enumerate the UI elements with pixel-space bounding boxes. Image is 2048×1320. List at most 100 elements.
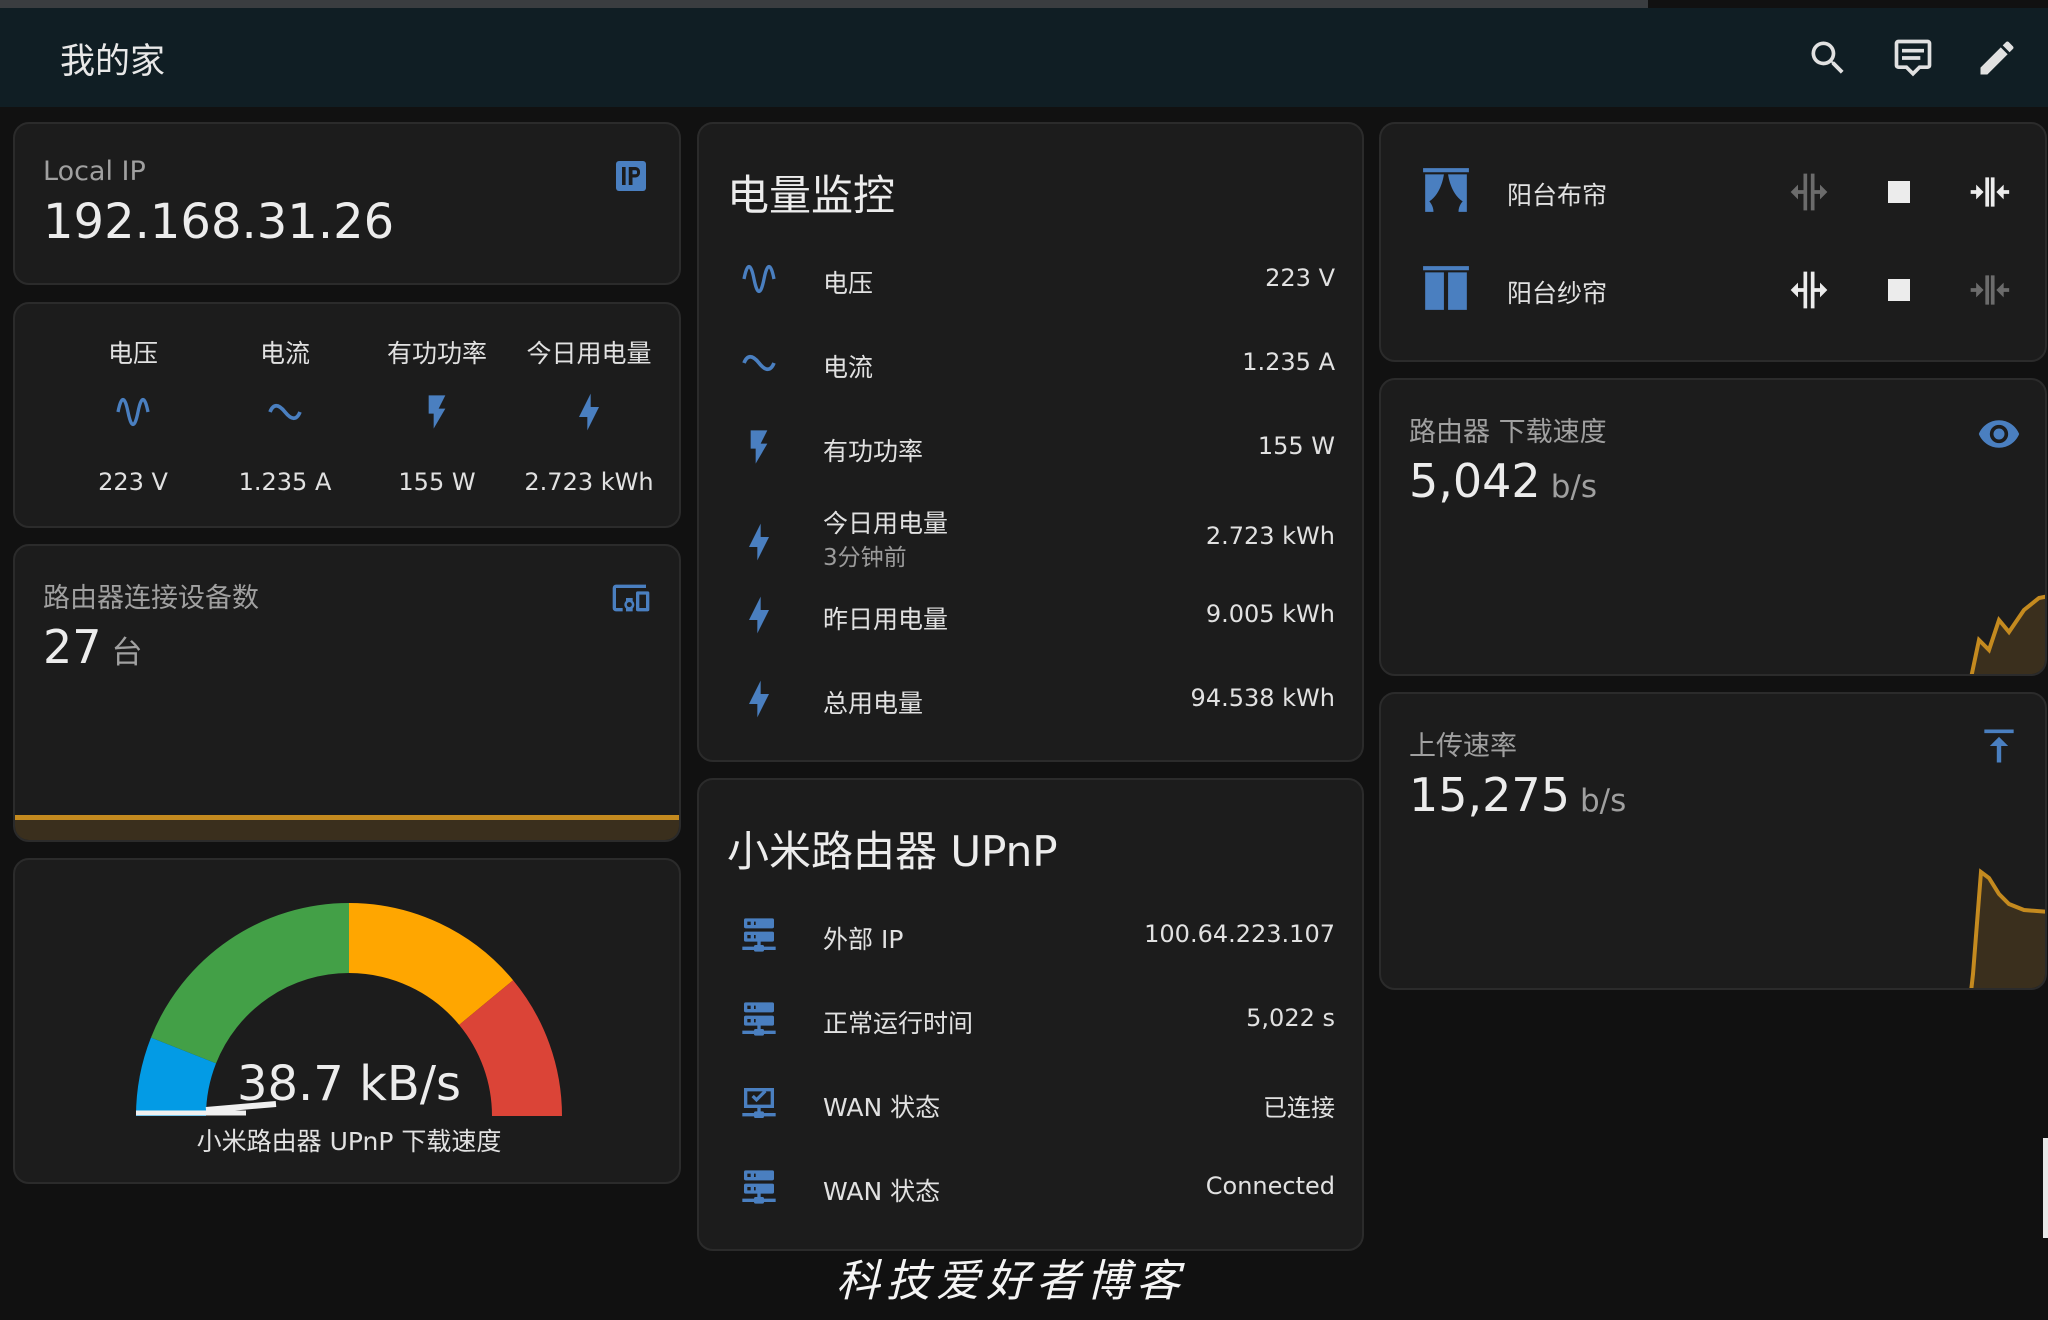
download-speed-card[interactable]: 路由器 下载速度 5,042 b/s	[1379, 378, 2047, 676]
entity-row-name: 电流	[823, 353, 874, 382]
entity-row-name: 有功功率	[823, 437, 924, 466]
entity-row-name: 今日用电量	[823, 509, 949, 538]
upload-speed-value: 15,275	[1409, 768, 1570, 822]
curtain-name: 阳台布帘	[1507, 181, 1608, 210]
download-speed-value: 5,042	[1409, 454, 1541, 508]
upnp-title: 小米路由器 UPnP	[727, 827, 1058, 876]
router-devices-card[interactable]: 路由器连接设备数 27 台	[13, 544, 681, 842]
glance-item-name: 电流	[259, 339, 310, 368]
lightning-bolt-icon	[749, 680, 769, 718]
server-network-icon	[742, 1170, 776, 1204]
stop-curtain-button[interactable]	[1877, 268, 1921, 312]
entity-row-value: 100.64.223.107	[1144, 920, 1335, 948]
entity-row-external-ip[interactable]: 外部 IP 100.64.223.107	[699, 902, 1362, 972]
lightning-bolt-icon	[579, 393, 599, 431]
entity-row-name: 外部 IP	[823, 925, 904, 954]
top-border	[0, 0, 1648, 8]
download-history-graph	[1969, 594, 2045, 674]
server-network-icon	[742, 1002, 776, 1036]
open-curtain-button[interactable]	[1787, 268, 1831, 312]
dashboard-title: 我的家	[60, 42, 166, 82]
entity-row-value: 155 W	[1257, 432, 1335, 460]
curtain-row-sheer[interactable]: 阳台纱帘	[1381, 254, 2045, 334]
gauge-name: 小米路由器 UPnP 下载速度	[196, 1127, 502, 1156]
search-button[interactable]	[1806, 36, 1850, 80]
lightning-bolt-icon	[749, 523, 769, 561]
entity-row-value: 1.235 A	[1242, 348, 1335, 376]
local-ip-card[interactable]: Local IP 192.168.31.26	[13, 122, 681, 285]
stop-curtain-button[interactable]	[1877, 170, 1921, 214]
current-ac-icon	[268, 403, 302, 421]
glance-item-value: 223 V	[98, 468, 168, 496]
download-gauge-card[interactable]: 38.7 kB/s 小米路由器 UPnP 下载速度	[13, 858, 681, 1184]
download-speed-unit: b/s	[1550, 469, 1597, 505]
assist-button[interactable]	[1891, 36, 1935, 80]
entity-row-wan-status[interactable]: WAN 状态 已连接	[699, 1070, 1362, 1140]
flash-icon	[428, 395, 446, 429]
entity-row-power[interactable]: 有功功率 155 W	[699, 414, 1362, 484]
glance-item-value: 2.723 kWh	[524, 468, 654, 496]
glance-item-value: 155 W	[398, 468, 476, 496]
curtains-open-icon	[1423, 168, 1469, 212]
glance-item-name: 电压	[107, 339, 158, 368]
gauge-value: 38.7 kB/s	[236, 1056, 462, 1112]
watermark-text: 科技爱好者博客	[836, 1256, 1186, 1307]
upload-speed-unit: b/s	[1579, 783, 1627, 819]
arrow-collapse-horizontal-icon	[1970, 275, 2010, 305]
lightning-bolt-icon	[749, 596, 769, 634]
upload-speed-value-line: 15,275 b/s	[1409, 768, 1626, 822]
curtain-row-cloth[interactable]: 阳台布帘	[1381, 156, 2045, 236]
edit-button[interactable]	[1975, 36, 2019, 80]
upload-speed-card[interactable]: 上传速率 15,275 b/s	[1379, 692, 2047, 990]
upload-history-graph	[1969, 868, 2045, 988]
close-curtain-button[interactable]	[1967, 170, 2011, 214]
ip-network-icon	[616, 161, 646, 191]
entity-row-name: WAN 状态	[823, 1093, 941, 1122]
check-network-icon	[742, 1088, 776, 1118]
power-monitor-card: 电量监控 电压 223 V 电流 1.235 A 有功功率 155 W 今日用电…	[697, 122, 1364, 762]
upnp-card: 小米路由器 UPnP 外部 IP 100.64.223.107 正常运行时间 5…	[697, 778, 1364, 1251]
app-header: 我的家	[0, 8, 2048, 107]
entity-row-name: 正常运行时间	[823, 1009, 974, 1038]
entity-row-value: 已连接	[1263, 1094, 1335, 1122]
entity-row-energy-total[interactable]: 总用电量 94.538 kWh	[699, 666, 1362, 736]
eye-icon	[1978, 420, 2020, 448]
sine-wave-icon	[116, 397, 150, 427]
stop-icon	[1888, 181, 1910, 203]
entity-row-name: WAN 状态	[823, 1177, 941, 1206]
entity-row-energy-today[interactable]: 今日用电量 3分钟前 2.723 kWh	[699, 498, 1362, 588]
assist-icon	[1894, 39, 1932, 77]
entity-row-value: 9.005 kWh	[1205, 600, 1335, 628]
close-curtain-button[interactable]	[1967, 268, 2011, 312]
router-devices-value: 27	[43, 620, 102, 674]
upload-speed-name: 上传速率	[1409, 731, 1517, 762]
power-monitor-title: 电量监控	[727, 171, 896, 220]
entity-row-voltage[interactable]: 电压 223 V	[699, 246, 1362, 316]
entity-row-wan-status-en[interactable]: WAN 状态 Connected	[699, 1154, 1362, 1224]
scrollbar-thumb[interactable]	[2043, 1138, 2048, 1238]
flash-icon	[750, 430, 768, 464]
glance-item-name: 有功功率	[386, 339, 487, 368]
download-speed-name: 路由器 下载速度	[1409, 417, 1607, 448]
local-ip-value: 192.168.31.26	[43, 194, 395, 250]
router-devices-name: 路由器连接设备数	[43, 583, 259, 614]
open-curtain-button[interactable]	[1787, 170, 1831, 214]
router-devices-unit: 台	[111, 635, 143, 671]
entity-row-value: 94.538 kWh	[1190, 684, 1335, 712]
devices-icon	[612, 584, 650, 612]
curtains-card: 阳台布帘 阳台纱帘	[1379, 122, 2047, 362]
entity-row-value: 5,022 s	[1246, 1004, 1335, 1032]
entity-row-name: 昨日用电量	[823, 605, 949, 634]
entity-row-uptime[interactable]: 正常运行时间 5,022 s	[699, 986, 1362, 1056]
search-icon	[1811, 41, 1844, 74]
current-ac-icon	[742, 354, 776, 372]
sine-wave-icon	[742, 264, 776, 294]
gauge-segment-green	[150, 903, 350, 1065]
local-ip-name: Local IP	[43, 156, 146, 187]
entity-row-energy-yesterday[interactable]: 昨日用电量 9.005 kWh	[699, 582, 1362, 652]
router-devices-value-line: 27 台	[43, 620, 143, 674]
entity-row-name: 电压	[823, 269, 874, 298]
server-network-icon	[742, 918, 776, 952]
entity-row-current[interactable]: 电流 1.235 A	[699, 330, 1362, 400]
upload-arrow-icon	[1984, 729, 2014, 763]
